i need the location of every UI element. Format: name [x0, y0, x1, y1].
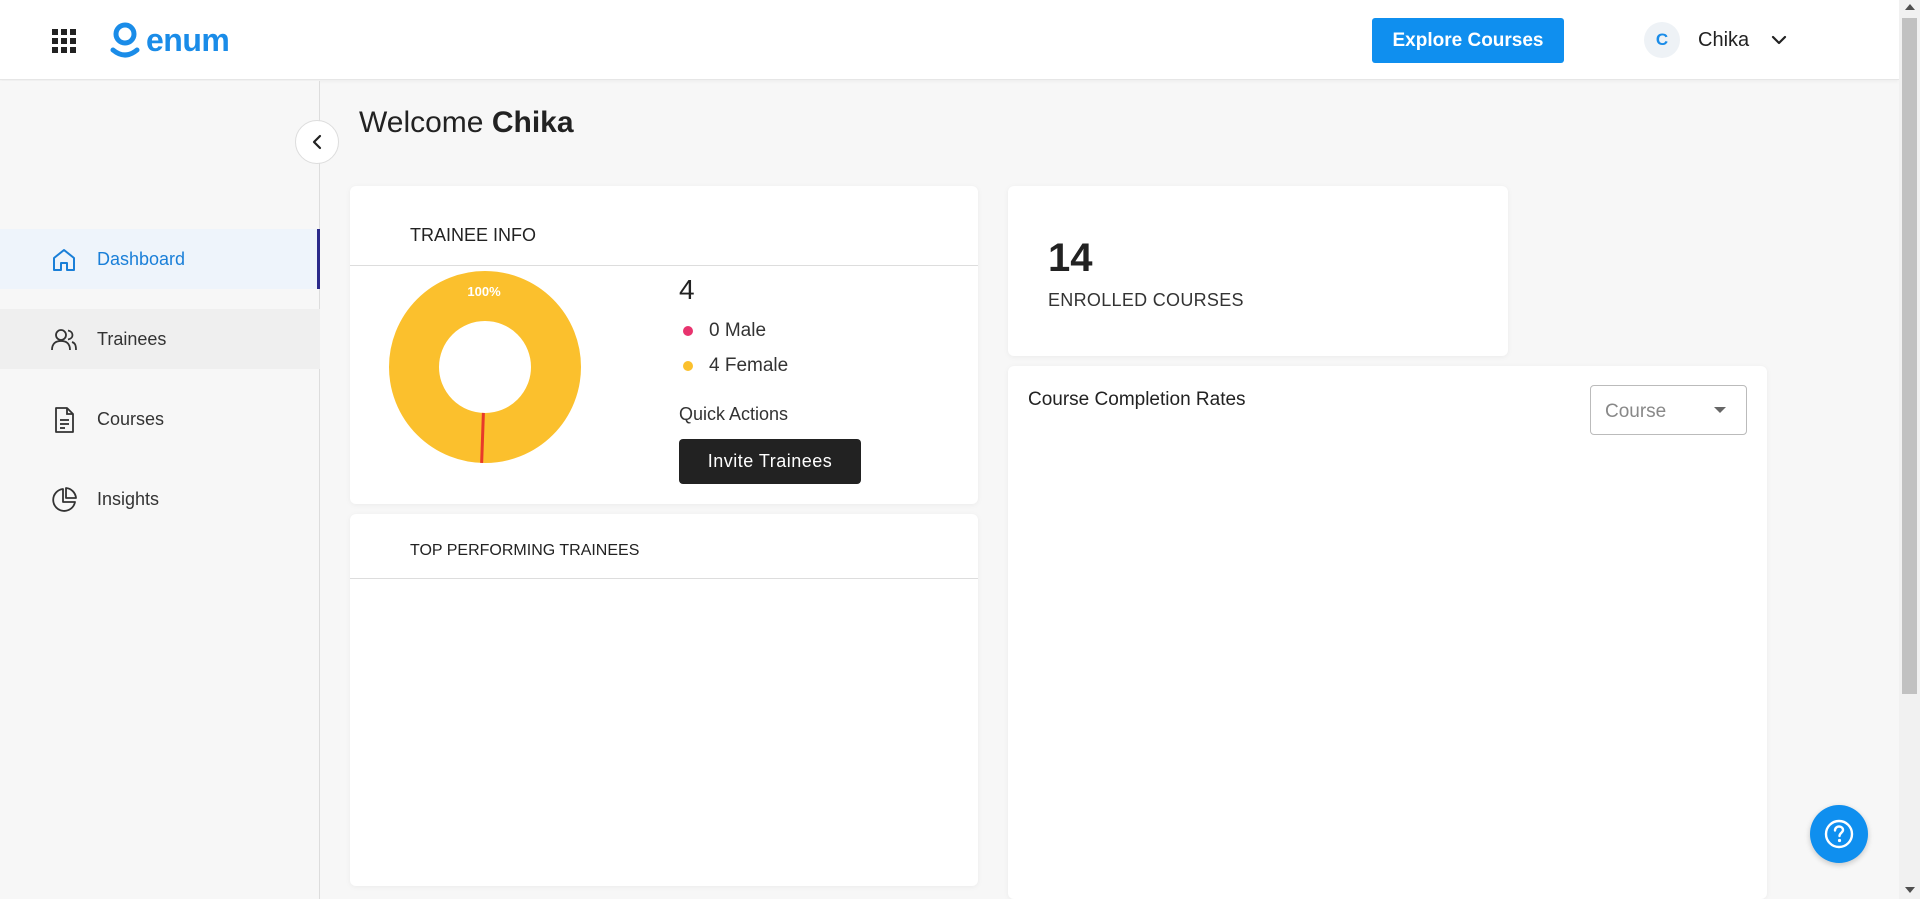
welcome-greeting: Welcome: [359, 106, 484, 139]
pie-chart-icon: [52, 487, 77, 512]
trainee-info-card: TRAINEE INFO 100% 4 0 Male 4 Female Quic…: [350, 186, 978, 504]
legend-label: 4 Female: [709, 355, 789, 376]
top-bar: enum Explore Courses C Chika: [0, 0, 1899, 80]
enrolled-label: ENROLLED COURSES: [1048, 290, 1244, 310]
gender-donut-chart: 100%: [389, 271, 581, 463]
help-button[interactable]: [1810, 805, 1868, 863]
apps-grid-icon[interactable]: [52, 29, 76, 53]
card-title: TRAINEE INFO: [410, 225, 537, 245]
chevron-down-icon: [1772, 35, 1787, 45]
sidebar-item-insights[interactable]: Insights: [0, 469, 320, 529]
sidebar: Dashboard Trainees Courses Insights: [0, 81, 320, 899]
help-icon: [1824, 819, 1854, 849]
donut-data-label: 100%: [467, 284, 501, 299]
chevron-left-icon: [312, 134, 322, 150]
donut-slice-male: [480, 412, 485, 463]
legend-dot: [683, 361, 693, 371]
avatar: C: [1644, 22, 1680, 58]
card-title: Course Completion Rates: [1028, 389, 1246, 410]
top-performing-card: TOP PERFORMING TRAINEES: [350, 514, 978, 886]
legend-label: 0 Male: [709, 320, 767, 341]
caret-down-icon: [1714, 407, 1726, 413]
home-icon: [53, 249, 75, 271]
sidebar-item-trainees[interactable]: Trainees: [0, 309, 320, 369]
collapse-sidebar-button[interactable]: [295, 120, 339, 164]
sidebar-item-label: Trainees: [97, 328, 167, 349]
donut-slice-female: [389, 271, 581, 463]
user-menu[interactable]: C Chika: [1644, 22, 1787, 58]
course-select[interactable]: Course: [1590, 385, 1747, 435]
logo[interactable]: enum: [110, 18, 230, 62]
user-name: Chika: [1698, 28, 1750, 51]
scrollbar-thumb[interactable]: [1902, 18, 1917, 694]
card-title: TOP PERFORMING TRAINEES: [410, 542, 640, 559]
enrolled-count: 14: [1048, 236, 1093, 280]
card-header: TOP PERFORMING TRAINEES: [350, 514, 978, 579]
sidebar-item-dashboard[interactable]: Dashboard: [0, 229, 320, 289]
welcome-name: Chika: [491, 106, 574, 139]
scroll-down-arrow-icon[interactable]: [1905, 887, 1915, 893]
scrollbar[interactable]: [1899, 0, 1920, 899]
page-title: Welcome Chika: [359, 106, 574, 140]
sidebar-item-label: Insights: [97, 488, 160, 509]
scroll-up-arrow-icon[interactable]: [1905, 4, 1915, 10]
sidebar-item-label: Dashboard: [97, 248, 186, 269]
card-header: TRAINEE INFO: [350, 186, 978, 266]
quick-actions-label: Quick Actions: [679, 404, 789, 424]
enum-logo-icon: [110, 22, 140, 58]
sidebar-item-label: Courses: [97, 408, 165, 429]
course-completion-card: Course Completion Rates Course: [1008, 366, 1767, 899]
explore-courses-button[interactable]: Explore Courses: [1372, 18, 1564, 63]
document-icon: [55, 407, 74, 433]
sidebar-item-courses[interactable]: Courses: [0, 389, 320, 449]
legend-female: 4 Female: [683, 355, 788, 377]
logo-text: enum: [146, 21, 230, 58]
legend-male: 0 Male: [683, 320, 766, 342]
legend-dot: [683, 326, 693, 336]
enrolled-courses-card: 14 ENROLLED COURSES: [1008, 186, 1508, 356]
invite-trainees-button[interactable]: Invite Trainees: [679, 439, 861, 484]
trainee-total: 4: [679, 274, 695, 305]
course-select-placeholder: Course: [1605, 401, 1667, 422]
users-icon: [51, 329, 77, 351]
